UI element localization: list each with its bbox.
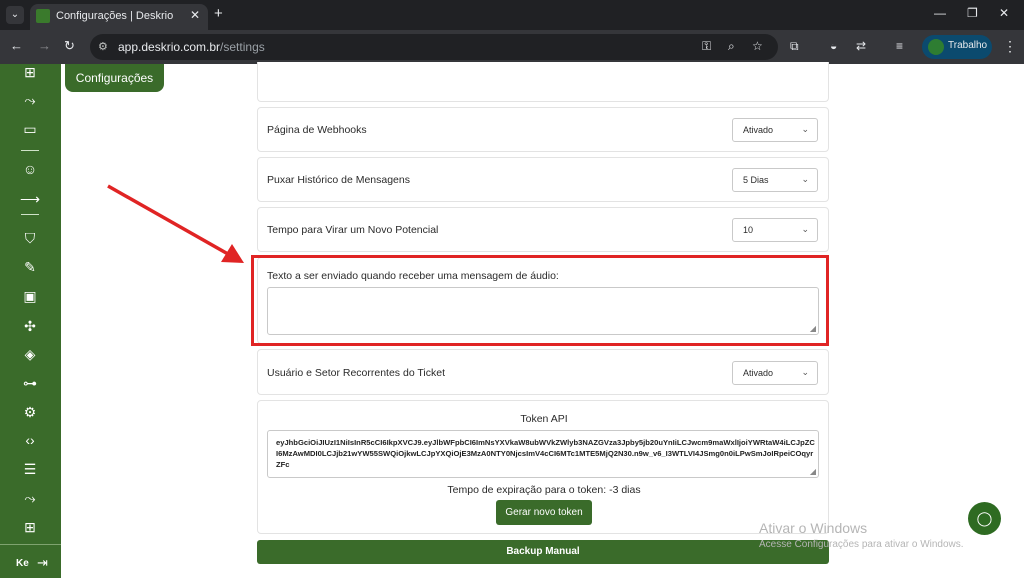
history-select[interactable]: 5 Dias ⌄ [732, 168, 818, 192]
forward-arrow-icon[interactable]: → [38, 38, 51, 53]
checklist-icon[interactable]: ☰ [20, 459, 40, 479]
annotation-arrow-head [221, 244, 244, 263]
sidebar-divider [21, 214, 39, 215]
settings-card-partial [257, 62, 829, 102]
chevron-down-icon: ⌄ [801, 124, 809, 134]
browser-toolbar: ← → ↻ ⚙ app.deskrio.com.br/settings ⚿ ⌕ … [0, 30, 1024, 64]
restore-window-icon[interactable]: ❐ [967, 6, 978, 20]
shield-icon[interactable]: ⛉ [20, 228, 40, 248]
grid-icon[interactable]: ⊞ [20, 517, 40, 537]
annotation-highlight-box [251, 255, 829, 346]
url-path: /settings [220, 40, 265, 54]
setting-row-recurrent: Usuário e Setor Recorrentes do Ticket At… [257, 349, 829, 395]
potential-select[interactable]: 10 ⌄ [732, 218, 818, 242]
windows-watermark-title: Ativar o Windows [759, 520, 868, 536]
backup-manual-button[interactable]: Backup Manual [257, 540, 829, 564]
recurrent-select-value: Ativado [743, 368, 774, 378]
url-host: app.deskrio.com.br [118, 40, 221, 54]
chevron-down-icon: ⌄ [801, 174, 809, 184]
new-tab-plus-icon[interactable]: + [214, 5, 223, 22]
browser-tab-bar: ⌄ Configurações | Deskrio ✕ + — ❐ ✕ [0, 0, 1024, 30]
token-title: Token API [520, 413, 568, 425]
token-textarea[interactable]: eyJhbGciOiJIUzI1NiIsInR5cCI6IkpXVCJ9.eyJ… [267, 430, 819, 478]
sidebar-divider [21, 150, 39, 151]
deskrio-favicon-icon [36, 9, 50, 23]
reload-icon[interactable]: ↻ [64, 38, 75, 54]
route-icon[interactable]: ⤳ [20, 90, 40, 110]
recurrent-select[interactable]: Ativado ⌄ [732, 361, 818, 385]
history-label: Puxar Histórico de Mensagens [267, 174, 410, 186]
webhooks-label: Página de Webhooks [267, 124, 367, 136]
profile-name: Trabalho [948, 40, 988, 51]
message-icon[interactable]: ▭ [20, 119, 40, 139]
chevron-down-icon: ⌄ [801, 224, 809, 234]
robot-icon[interactable]: ▣ [20, 286, 40, 306]
generate-token-button[interactable]: Gerar novo token [496, 500, 592, 525]
potential-label: Tempo para Virar um Novo Potencial [267, 224, 439, 236]
password-key-icon[interactable]: ⚿ [702, 39, 711, 54]
browser-tab-active[interactable]: Configurações | Deskrio ✕ [30, 4, 208, 30]
close-window-icon[interactable]: ✕ [999, 6, 1009, 20]
minimize-window-icon[interactable]: — [934, 6, 946, 20]
edit-icon[interactable]: ✎ [20, 257, 40, 277]
address-url: app.deskrio.com.br/settings [118, 40, 265, 54]
profile-button[interactable]: Trabalho [922, 35, 992, 59]
bookmark-star-icon[interactable]: ☆ [752, 39, 763, 53]
token-expiry: Tempo de expiração para o token: -3 dias [447, 484, 641, 496]
user-initials[interactable]: Ke [16, 558, 29, 569]
resize-grip-icon[interactable]: ◢ [810, 467, 816, 476]
incognito-icon[interactable]: ◒ [830, 39, 837, 53]
token-api-card: Token API eyJhbGciOiJIUzI1NiIsInR5cCI6Ik… [257, 400, 829, 534]
webhooks-select-value: Ativado [743, 125, 774, 135]
site-info-icon[interactable]: ⚙ [98, 40, 112, 54]
browser-menu-icon[interactable]: ⋮ [1003, 38, 1017, 55]
setting-row-webhooks: Página de Webhooks Ativado ⌄ [257, 107, 829, 152]
tab-list-chevron-icon[interactable]: ⌄ [6, 6, 24, 24]
browser-tab-title: Configurações | Deskrio [56, 10, 174, 22]
potential-select-value: 10 [743, 225, 754, 235]
annotation-arrow-line [107, 184, 229, 256]
settings-page-tab[interactable]: Configurações [65, 64, 164, 92]
windows-watermark-subtitle: Acesse Configurações para ativar o Windo… [759, 539, 964, 550]
extensions-icon[interactable]: ⧉ [790, 39, 799, 54]
profile-avatar-icon [928, 39, 944, 55]
chevron-down-icon: ⌄ [801, 367, 809, 377]
app-sidebar: ⊞ ⤳ ▭ ☺ ⟶ ⛉ ✎ ▣ ✣ ◈ ⊶ ⚙ ‹› ☰ ⤳ ⊞ Ke ⇥ [0, 64, 61, 578]
webhooks-select[interactable]: Ativado ⌄ [732, 118, 818, 142]
setting-row-history: Puxar Histórico de Mensagens 5 Dias ⌄ [257, 157, 829, 202]
translate-icon[interactable]: ⇄ [856, 39, 866, 53]
sitemap-icon[interactable]: ⊶ [20, 373, 40, 393]
gear-icon[interactable]: ⚙ [20, 402, 40, 422]
address-bar[interactable]: ⚙ app.deskrio.com.br/settings ⚿ ⌕ ☆ [90, 34, 778, 60]
arrow-right-icon[interactable]: ⟶ [20, 189, 40, 209]
code-icon[interactable]: ‹› [20, 430, 40, 450]
sidebar-footer-divider [0, 544, 61, 545]
tags-icon[interactable]: ◈ [20, 344, 40, 364]
history-select-value: 5 Dias [743, 175, 769, 185]
token-value: eyJhbGciOiJIUzI1NiIsInR5cCI6IkpXVCJ9.eyJ… [276, 438, 815, 469]
setting-row-potential: Tempo para Virar um Novo Potencial 10 ⌄ [257, 207, 829, 252]
users-icon[interactable]: ☺ [20, 159, 40, 179]
webhook-icon[interactable]: ✣ [20, 316, 40, 336]
back-arrow-icon[interactable]: ← [10, 38, 23, 53]
chat-plus-icon[interactable]: ⊞ [20, 62, 40, 82]
reading-list-icon[interactable]: ≡ [896, 39, 903, 53]
zoom-icon[interactable]: ⌕ [728, 39, 735, 54]
recurrent-label: Usuário e Setor Recorrentes do Ticket [267, 367, 445, 379]
close-tab-icon[interactable]: ✕ [190, 8, 200, 22]
logout-icon[interactable]: ⇥ [37, 555, 48, 571]
chat-bubble-icon[interactable]: ◯ [968, 502, 1001, 535]
route-icon[interactable]: ⤳ [20, 488, 40, 508]
